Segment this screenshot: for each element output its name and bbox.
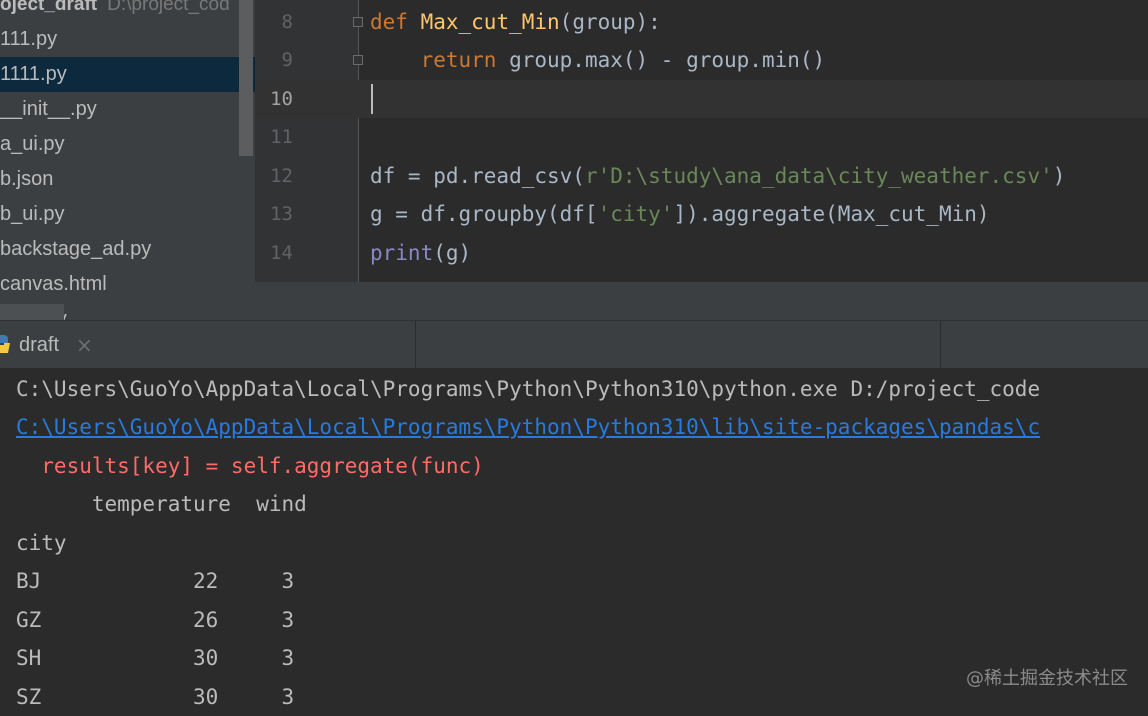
tree-file-item[interactable]: b_ui.py (0, 197, 255, 232)
console-line-output: SH 30 3 (16, 646, 295, 670)
close-icon[interactable]: × (76, 321, 93, 369)
code-token: df = pd.read_csv( (370, 164, 585, 188)
tree-file-item[interactable]: canvas.html (0, 267, 255, 302)
current-line-highlight (255, 80, 1148, 118)
line-number: 13 (270, 203, 293, 225)
gutter-divider (358, 0, 359, 282)
editor-bottom-strip (255, 282, 1148, 320)
console-line-output: GZ 26 3 (16, 608, 295, 632)
indent-token (370, 48, 421, 72)
function-name-token: Max_cut_Min (420, 10, 560, 34)
tree-file-item-selected[interactable]: 1111.py (0, 57, 255, 92)
code-token: group.max() - group.min() (496, 48, 826, 72)
keyword-token: def (370, 10, 408, 34)
run-tab-label: draft (19, 334, 60, 356)
console-line-output: BJ 22 3 (16, 569, 295, 593)
line-number: 8 (281, 11, 293, 33)
tree-file-item[interactable]: __init__.py (0, 92, 255, 127)
console-line-command: C:\Users\GuoYo\AppData\Local\Programs\Py… (16, 377, 1041, 401)
tree-file-item[interactable]: 111.py (0, 22, 255, 57)
code-line: print(g) (370, 234, 471, 272)
tree-horizontal-scrollbar[interactable] (0, 304, 64, 320)
console-line-output: temperature wind (16, 492, 307, 516)
line-number-current: 10 (270, 88, 293, 110)
code-token: (group): (559, 10, 661, 34)
project-tree: oject_draft D:\project_cod 111.py 1111.py… (0, 0, 255, 320)
console-line-output: city (16, 531, 67, 555)
code-line: return group.max() - group.min() (370, 41, 826, 79)
line-number: 11 (270, 126, 293, 148)
watermark: @稀土掘金技术社区 (966, 668, 1128, 689)
run-tab-draft[interactable]: draft × (0, 321, 100, 369)
code-token: g = df.groupby(df[ (370, 202, 598, 226)
line-number: 12 (270, 165, 293, 187)
builtin-token: print (370, 241, 434, 265)
console-line-file-link[interactable]: C:\Users\GuoYo\AppData\Local\Programs\Py… (16, 408, 1040, 446)
code-line: df = pd.read_csv(r'D:\study\ana_data\cit… (370, 157, 1065, 195)
fold-marker-icon[interactable] (353, 17, 363, 27)
console-line-warning: results[key] = self.aggregate(func) (16, 454, 484, 478)
python-icon (0, 335, 10, 353)
line-number: 9 (281, 49, 293, 71)
code-token: (g) (433, 241, 472, 265)
string-token: 'city' (597, 202, 674, 226)
code-token: ]).aggregate(Max_cut_Min) (673, 202, 990, 226)
tree-file-item[interactable]: backstage_ad.py (0, 232, 255, 267)
console-line-output: SZ 30 3 (16, 685, 295, 709)
project-root[interactable]: oject_draft D:\project_cod (0, 0, 230, 20)
project-path: D:\project_cod (107, 0, 230, 15)
code-editor[interactable]: 8 9 10 11 12 13 14 def Max_cut_Min(group… (255, 0, 1148, 282)
line-number: 14 (270, 242, 293, 264)
tree-file-item[interactable]: b.json (0, 162, 255, 197)
fold-end-marker-icon[interactable] (353, 55, 363, 65)
string-token: r'D:\study\ana_data\city_weather.csv' (584, 164, 1053, 188)
tree-file-item[interactable]: a_ui.py (0, 127, 255, 162)
header-divider (940, 321, 941, 369)
keyword-token: return (420, 48, 497, 72)
code-token: ) (1052, 164, 1066, 188)
code-line: def Max_cut_Min(group): (370, 3, 661, 41)
text-caret (371, 84, 373, 114)
project-name: oject_draft (0, 0, 98, 15)
header-divider (415, 321, 416, 369)
run-tool-window-header: draft × (0, 320, 1148, 369)
tree-scrollbar[interactable] (239, 0, 253, 156)
code-line: g = df.groupby(df['city']).aggregate(Max… (370, 195, 990, 233)
